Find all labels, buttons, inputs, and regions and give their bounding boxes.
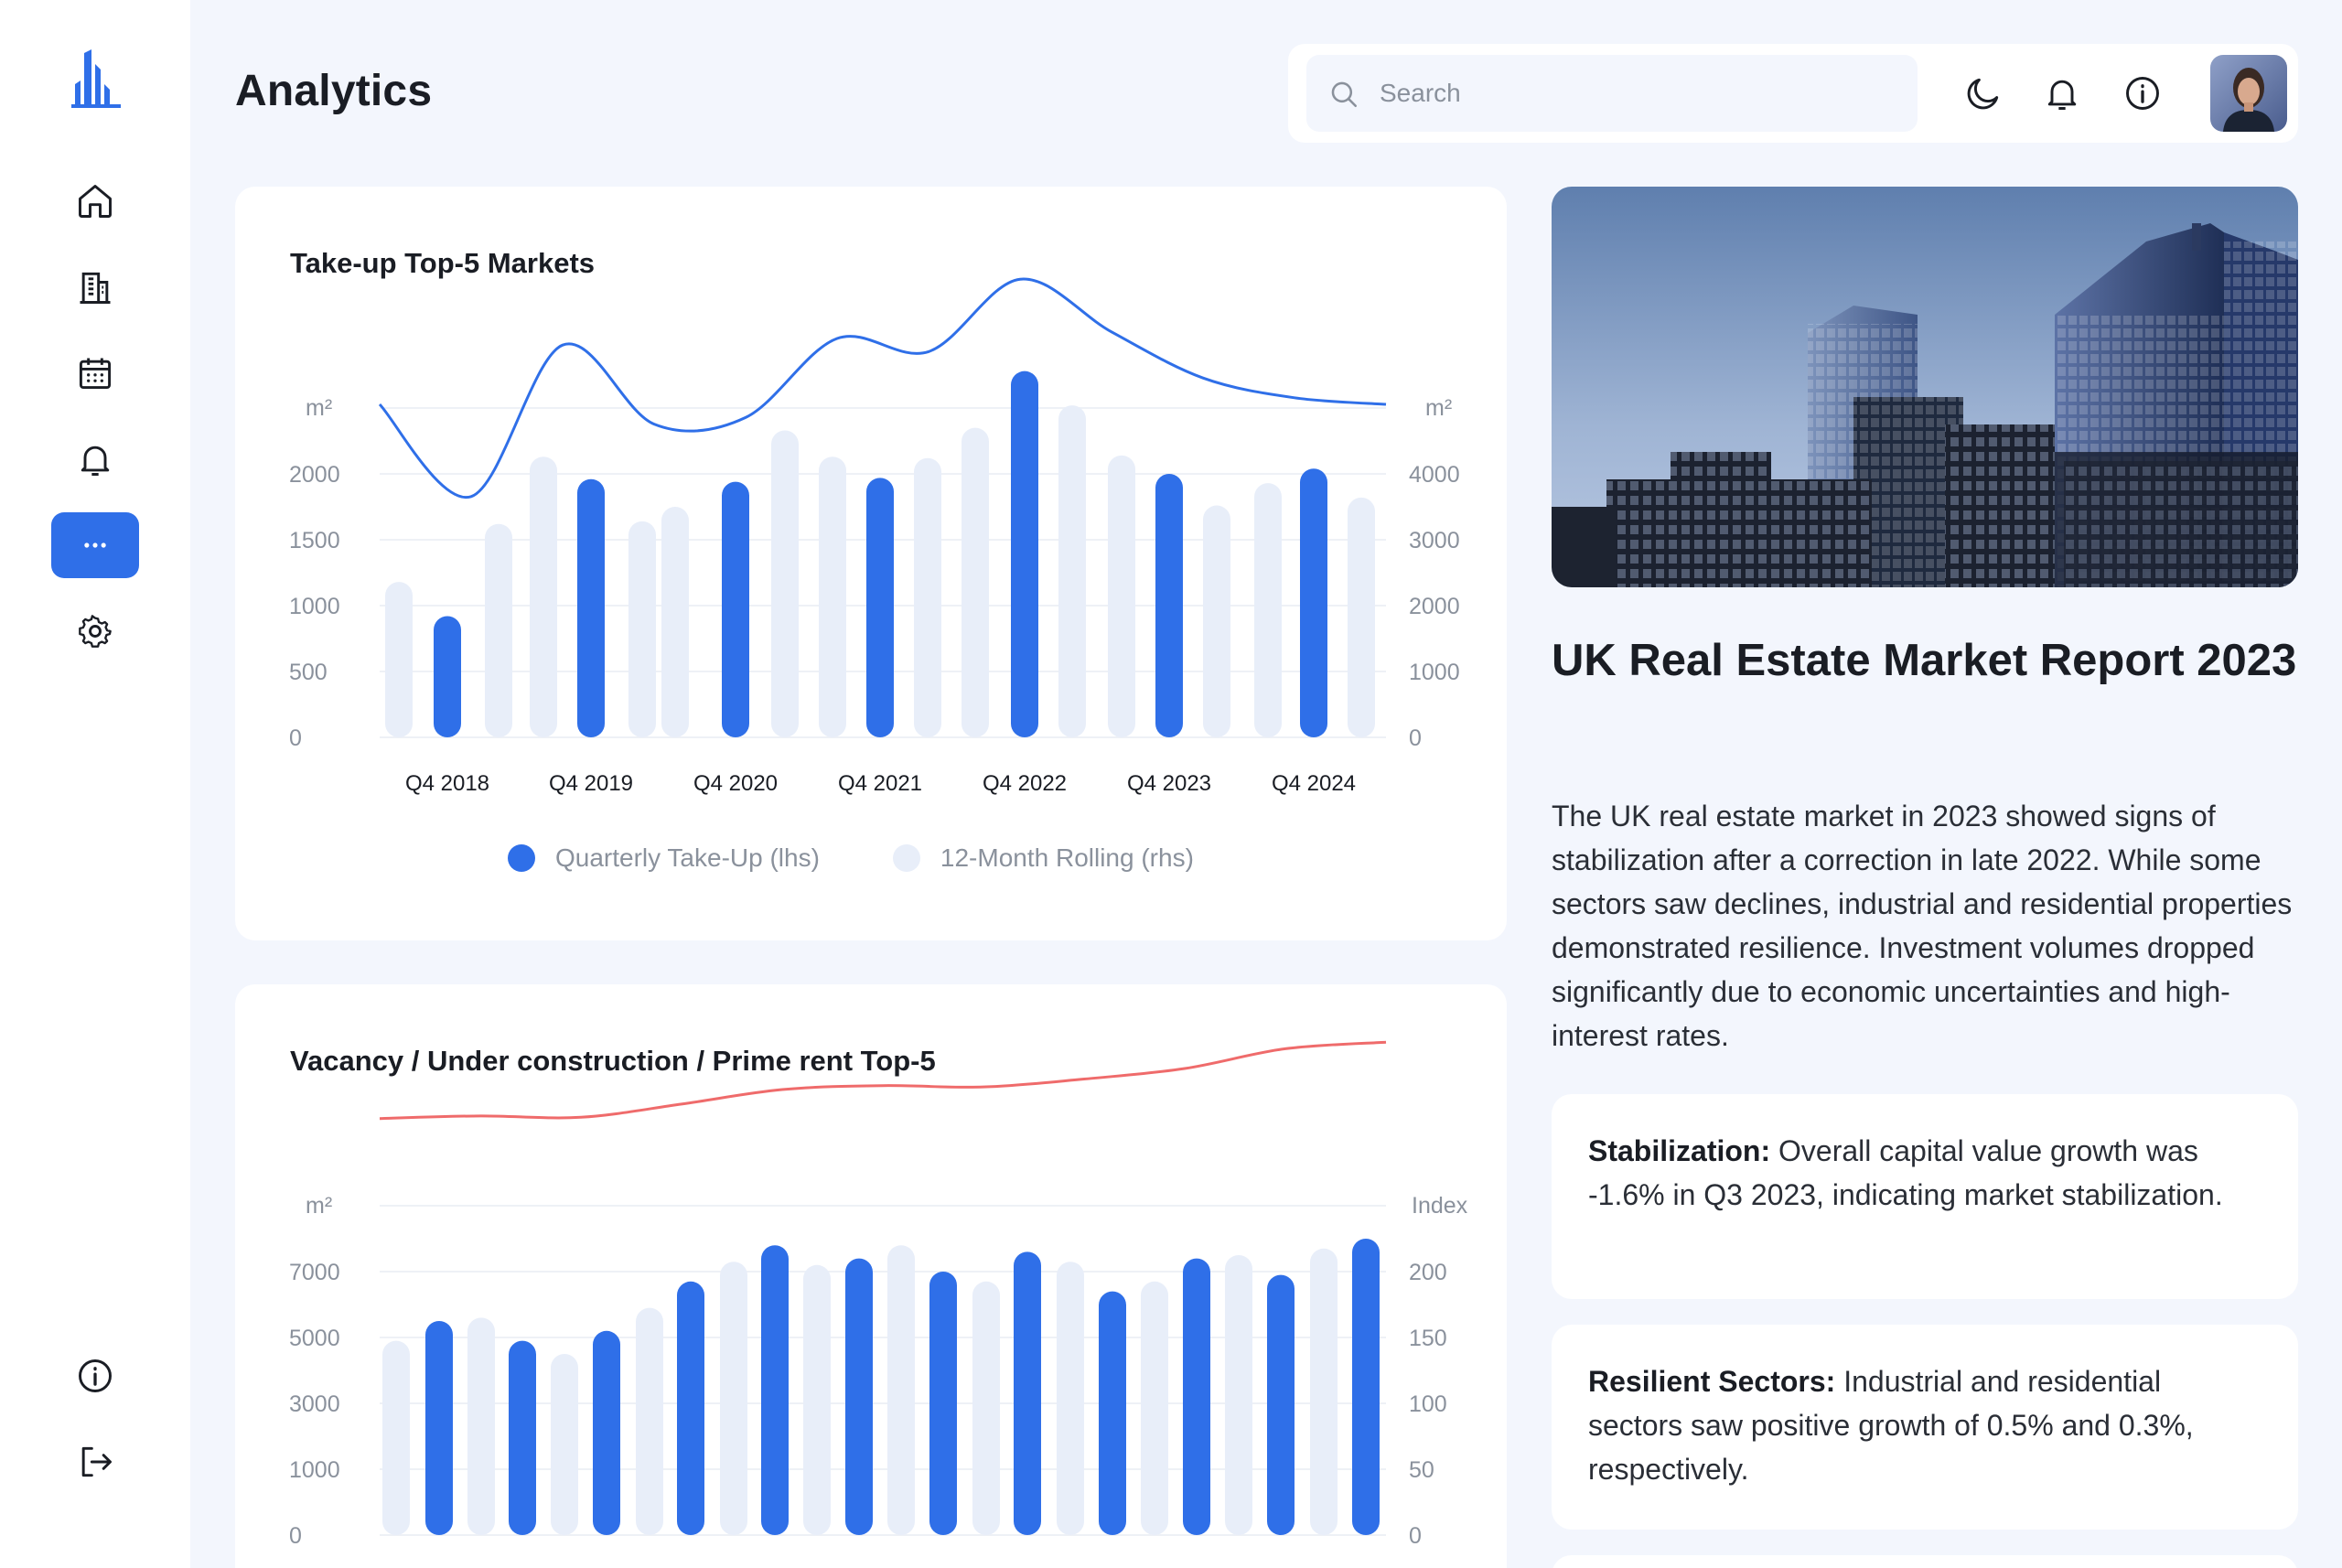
info-card [1552,1555,2298,1568]
info-card: Resilient Sectors: Industrial and reside… [1552,1325,2298,1530]
search-icon [1331,81,1358,108]
legend-item[interactable]: 12-Month Rolling (rhs) [892,843,1194,873]
sidebar-item-info[interactable] [51,1343,139,1409]
chart-title: Vacancy / Under construction / Prime ren… [290,1045,936,1077]
info-card-heading: Stabilization: [1588,1134,1771,1167]
building-logo-icon[interactable] [71,48,121,108]
dark-mode-toggle[interactable] [1961,71,2005,115]
sidebar-item-calendar[interactable] [51,340,139,406]
sidebar-item-buildings[interactable] [51,254,139,320]
report-body: The UK real estate market in 2023 showed… [1552,800,2293,1052]
legend-swatch [892,844,920,872]
sidebar-item-notifications[interactable] [51,426,139,492]
search-input[interactable] [1380,71,1892,115]
legend-swatch [508,844,535,872]
more-dots-icon [84,542,106,548]
info-icon [79,1359,112,1392]
building-icon [80,272,111,304]
legend-label: 12-Month Rolling (rhs) [940,843,1194,872]
calendar-icon [79,358,112,390]
info-card-heading: Resilient Sectors: [1588,1365,1836,1398]
sidebar-item-settings[interactable] [51,598,139,664]
city-skyscrapers-photo [1552,187,2298,587]
moon-icon [1967,78,1999,110]
logout-icon [81,1446,112,1477]
gear-icon [79,615,112,648]
sidebar-item-logout[interactable] [51,1429,139,1495]
user-avatar[interactable] [2210,55,2287,132]
page-title: Analytics [235,67,433,115]
sidebar [0,0,190,1568]
chart-title: Take-up Top-5 Markets [290,247,596,279]
sidebar-item-more[interactable] [51,512,139,578]
notifications-button[interactable] [2040,71,2084,115]
takeup-chart-card: Take-up Top-5 Markets [235,187,1507,940]
bell-icon [2047,80,2077,110]
sidebar-item-home[interactable] [51,168,139,234]
home-icon [79,185,112,218]
top-bar [1288,44,2298,143]
legend-item[interactable]: Quarterly Take-Up (lhs) [508,843,820,873]
bell-icon [81,446,110,476]
info-card: Stabilization: Overall capital value gro… [1552,1094,2298,1299]
info-button[interactable] [2121,71,2165,115]
chart-legend: Quarterly Take-Up (lhs) 12-Month Rolling… [508,843,1267,873]
legend-label: Quarterly Take-Up (lhs) [555,843,820,872]
search-box[interactable] [1306,55,1918,132]
vacancy-chart-card: Vacancy / Under construction / Prime ren… [235,984,1507,1568]
report-title: UK Real Estate Market Report 2023 [1552,636,2297,685]
info-icon [2126,77,2159,110]
